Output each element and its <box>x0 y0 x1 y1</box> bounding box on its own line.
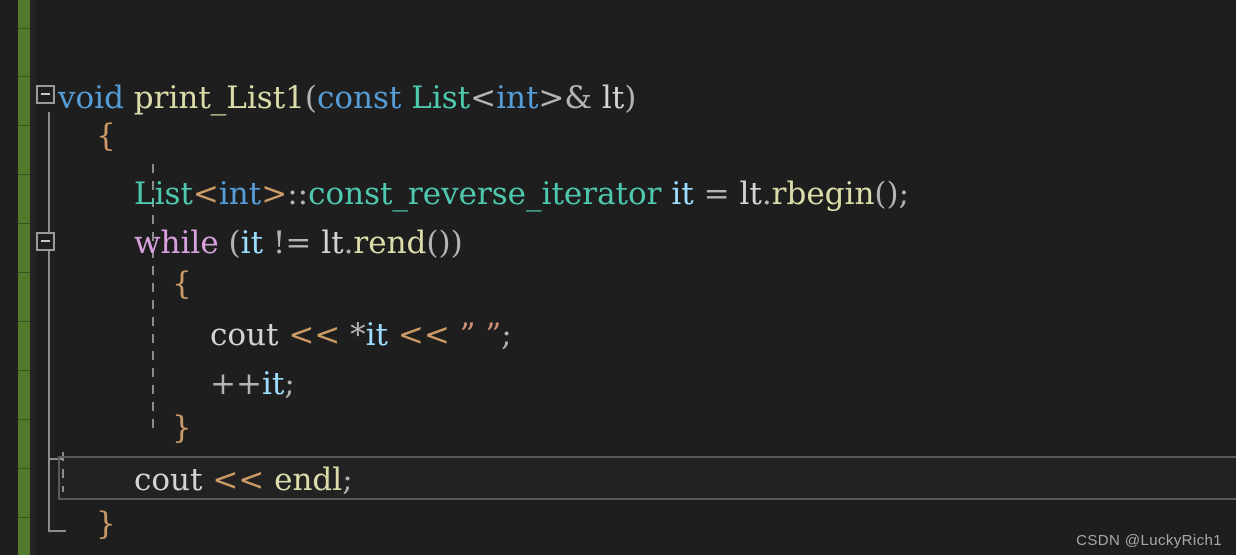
code-token: . <box>343 225 354 261</box>
code-token: print_List1 <box>133 80 305 116</box>
code-token: { <box>172 266 192 302</box>
code-token: ) <box>624 80 637 116</box>
code-token: (); <box>874 176 910 212</box>
code-token: ; <box>501 317 512 353</box>
code-token: lt <box>321 225 344 261</box>
code-token: const <box>317 80 402 116</box>
code-token: lt <box>601 80 625 116</box>
code-token: it <box>261 366 285 402</box>
code-line: } <box>58 404 192 453</box>
code-token: lt <box>739 176 762 212</box>
code-line: { <box>58 260 192 309</box>
code-token: ” ” <box>459 317 502 353</box>
code-token: int <box>496 80 539 116</box>
code-token: << <box>288 317 341 353</box>
code-token: it <box>365 317 388 353</box>
code-token: void <box>58 80 124 116</box>
code-token: ( <box>228 225 241 261</box>
code-token: int <box>218 176 262 212</box>
code-token: cout <box>134 462 203 498</box>
code-token: while <box>134 225 219 261</box>
code-text-layer[interactable]: void print_List1(const List<int>& lt) { … <box>0 0 1236 555</box>
code-token: & <box>564 80 593 116</box>
code-token: > <box>538 80 565 116</box>
code-token: endl <box>274 462 343 498</box>
code-line: cout << *it << ” ”; <box>58 311 512 360</box>
code-token: it <box>240 225 264 261</box>
code-token: ; <box>342 462 353 498</box>
code-line: void print_List1(const List<int>& lt) <box>58 74 636 123</box>
code-token: rend <box>353 225 427 261</box>
code-token: . <box>761 176 772 212</box>
code-token: ; <box>284 366 295 402</box>
watermark: CSDN @LuckyRich1 <box>1076 532 1222 549</box>
code-token: { <box>96 118 116 154</box>
code-line: ++it; <box>58 360 295 409</box>
code-token: } <box>172 410 192 446</box>
code-token: rbegin <box>771 176 875 212</box>
code-token: ++ <box>210 366 262 402</box>
code-token: } <box>96 506 116 542</box>
code-line: { <box>58 112 116 161</box>
code-token: List <box>134 176 193 212</box>
code-token: it <box>671 176 694 212</box>
code-line: } <box>58 500 116 549</box>
code-token: << <box>397 317 450 353</box>
code-token: List <box>411 80 471 116</box>
code-token: * <box>350 317 366 353</box>
code-token: > <box>261 176 288 212</box>
code-token: < <box>192 176 219 212</box>
code-token: ( <box>304 80 317 116</box>
code-token: != <box>272 225 312 261</box>
code-token: ()) <box>426 225 463 261</box>
code-token: :: <box>287 176 309 212</box>
code-editor[interactable]: void print_List1(const List<int>& lt) { … <box>0 0 1236 555</box>
code-token: << <box>212 462 265 498</box>
code-token: < <box>470 80 497 116</box>
code-line: cout << endl; <box>58 456 353 505</box>
code-token: = <box>703 176 730 212</box>
code-token: cout <box>210 317 279 353</box>
code-token: const_reverse_iterator <box>308 176 662 212</box>
code-line: List<int>::const_reverse_iterator it = l… <box>58 170 909 219</box>
